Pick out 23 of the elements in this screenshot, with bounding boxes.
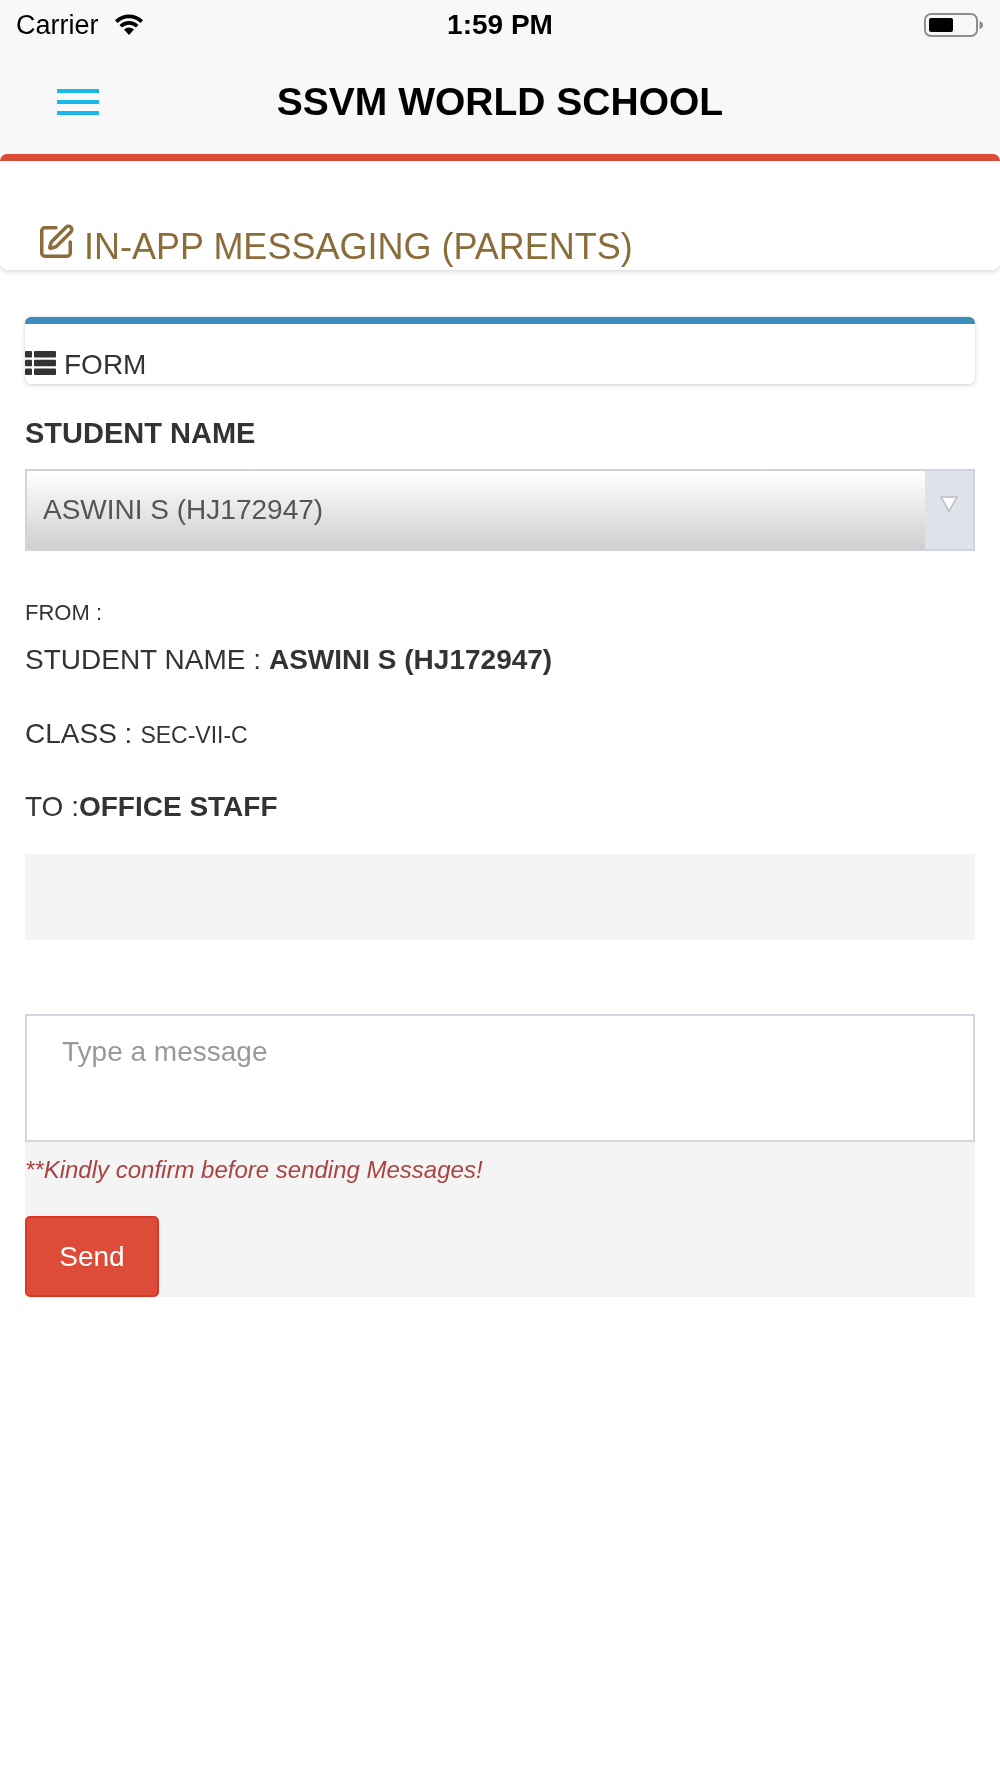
detail-label: CLASS : (25, 717, 133, 751)
list-icon (25, 351, 56, 375)
caret-icon (925, 471, 973, 549)
wifi-icon (112, 13, 145, 37)
send-button[interactable]: Send (25, 1216, 159, 1297)
message-input[interactable]: Type a message (25, 1014, 975, 1142)
battery-icon (924, 13, 984, 37)
status-time: 1:59 PM (447, 9, 553, 41)
detail-value: ASWINI S (HJ172947) (268, 643, 553, 677)
detail-value: SEC-VII-C (140, 721, 248, 750)
menu-icon[interactable] (57, 89, 99, 115)
app-title: SSVM WORLD SCHOOL (276, 80, 724, 124)
student-select[interactable]: ASWINI S (HJ172947) (25, 469, 975, 551)
carrier-name: Carrier (16, 9, 99, 41)
from-label: FROM : (25, 600, 102, 626)
page-title: IN-APP MESSAGING (PARENTS) (84, 225, 633, 269)
form-panel-title: FORM (64, 349, 147, 381)
detail-value: OFFICE STAFF (78, 790, 278, 824)
edit-icon (37, 223, 75, 261)
detail-label: STUDENT NAME : (25, 643, 261, 677)
detail-label: TO : (25, 790, 79, 824)
field-label: STUDENT NAME (25, 416, 256, 451)
warning-text: **Kindly confirm before sending Messages! (25, 1155, 483, 1185)
